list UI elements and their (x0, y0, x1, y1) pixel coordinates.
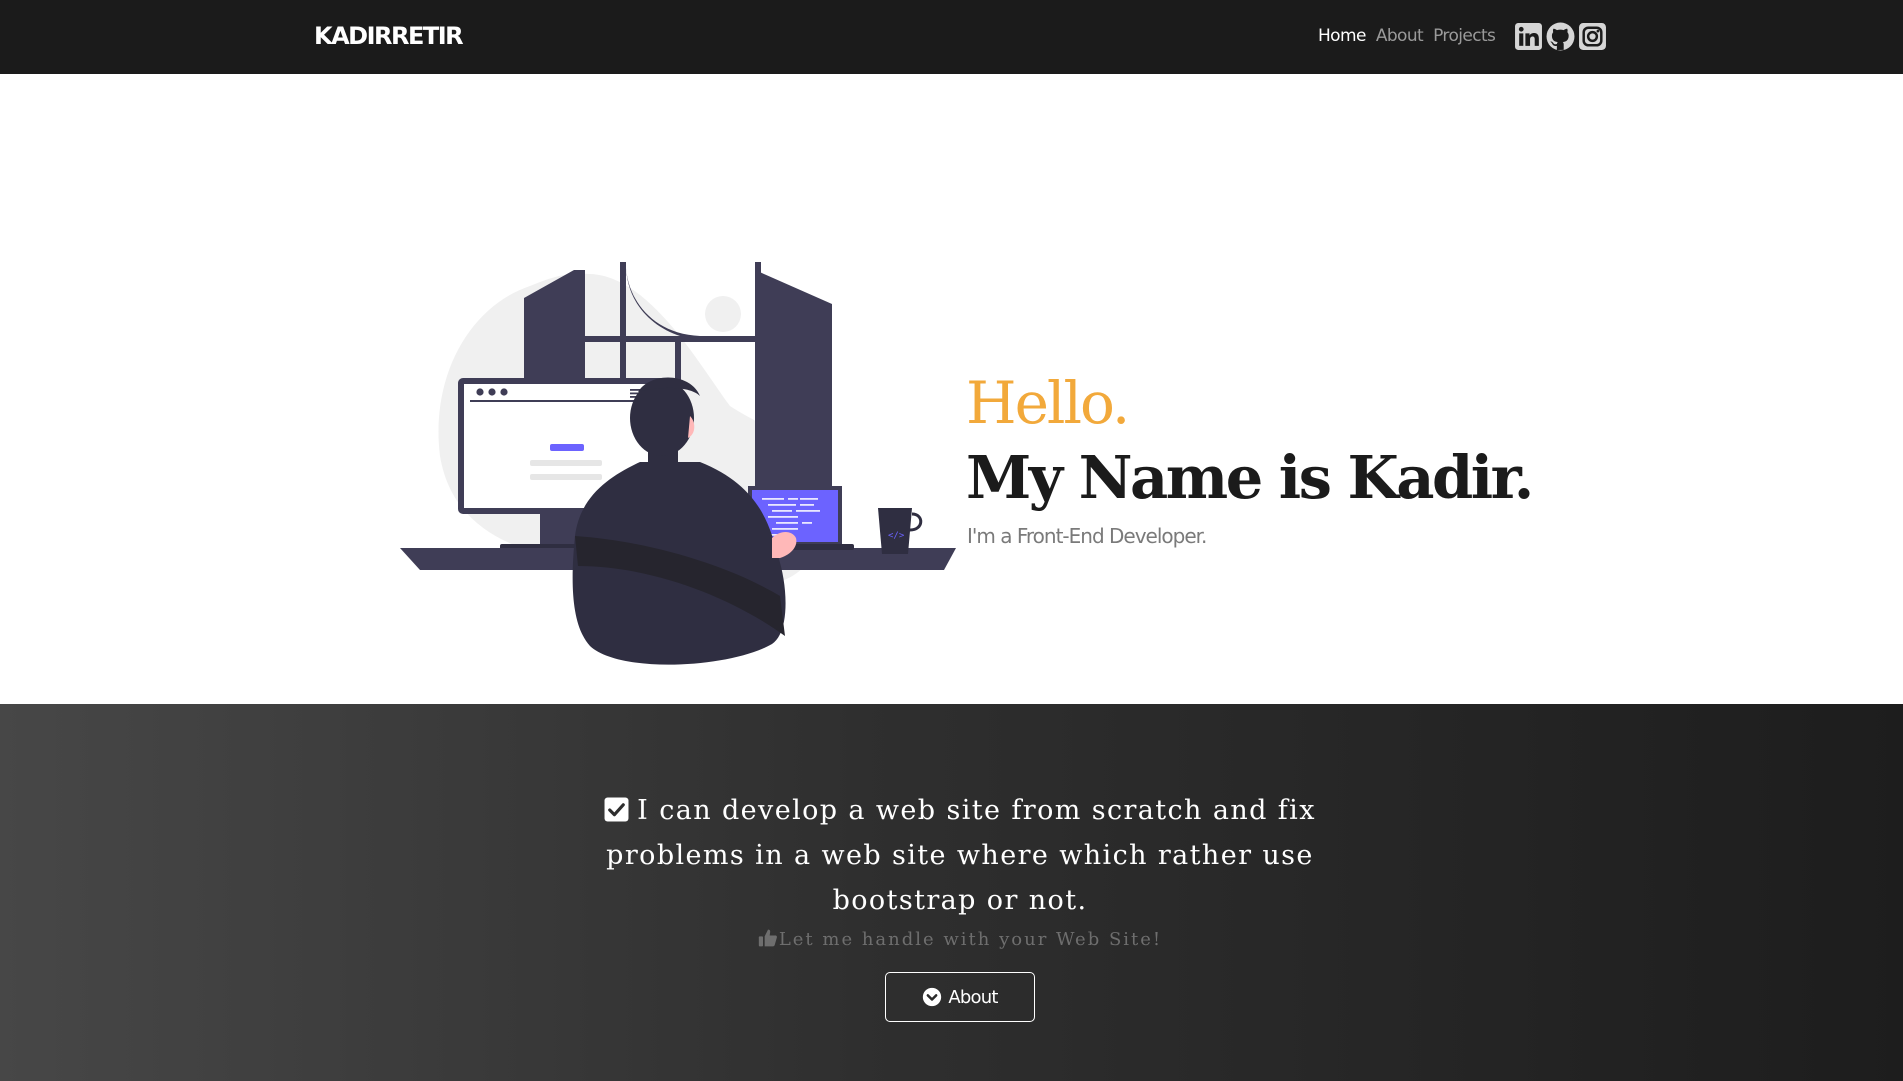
brand-logo[interactable]: KADIRRETIR (314, 22, 464, 50)
hero-greeting: Hello. (966, 369, 1130, 437)
about-button-label: About (948, 986, 998, 1008)
chevron-down-circle-icon (923, 987, 942, 1007)
hero-name: My Name is Kadir. (966, 443, 1534, 512)
github-icon[interactable] (1546, 22, 1575, 51)
developer-at-desk-illustration: </> (400, 262, 956, 665)
navbar: KADIRRETIR Home About Projects (0, 0, 1903, 74)
about-statement: I can develop a web site from scratch an… (606, 795, 1316, 916)
thumbs-up-icon (758, 929, 777, 947)
instagram-icon[interactable] (1578, 22, 1607, 51)
nav-link-projects[interactable]: Projects (1433, 26, 1496, 46)
linkedin-icon[interactable] (1514, 22, 1543, 51)
nav-links: Home About Projects (1318, 26, 1496, 46)
social-links (1514, 22, 1607, 51)
about-button[interactable]: About (885, 972, 1035, 1022)
nav-link-home[interactable]: Home (1318, 26, 1366, 46)
nav-link-about[interactable]: About (1376, 26, 1424, 46)
about-tagline-row: Let me handle with your Web Site! (600, 928, 1320, 950)
hero-section: </> Hello. My Name is Kadir. I'm a Front… (0, 74, 1903, 704)
about-statement-block: I can develop a web site from scratch an… (600, 788, 1320, 923)
hero-subtitle: I'm a Front-End Developer. (967, 524, 1207, 548)
about-strip: I can develop a web site from scratch an… (0, 704, 1903, 1081)
about-tagline: Let me handle with your Web Site! (778, 929, 1163, 950)
check-square-icon (604, 797, 629, 822)
svg-text:</>: </> (888, 531, 905, 541)
